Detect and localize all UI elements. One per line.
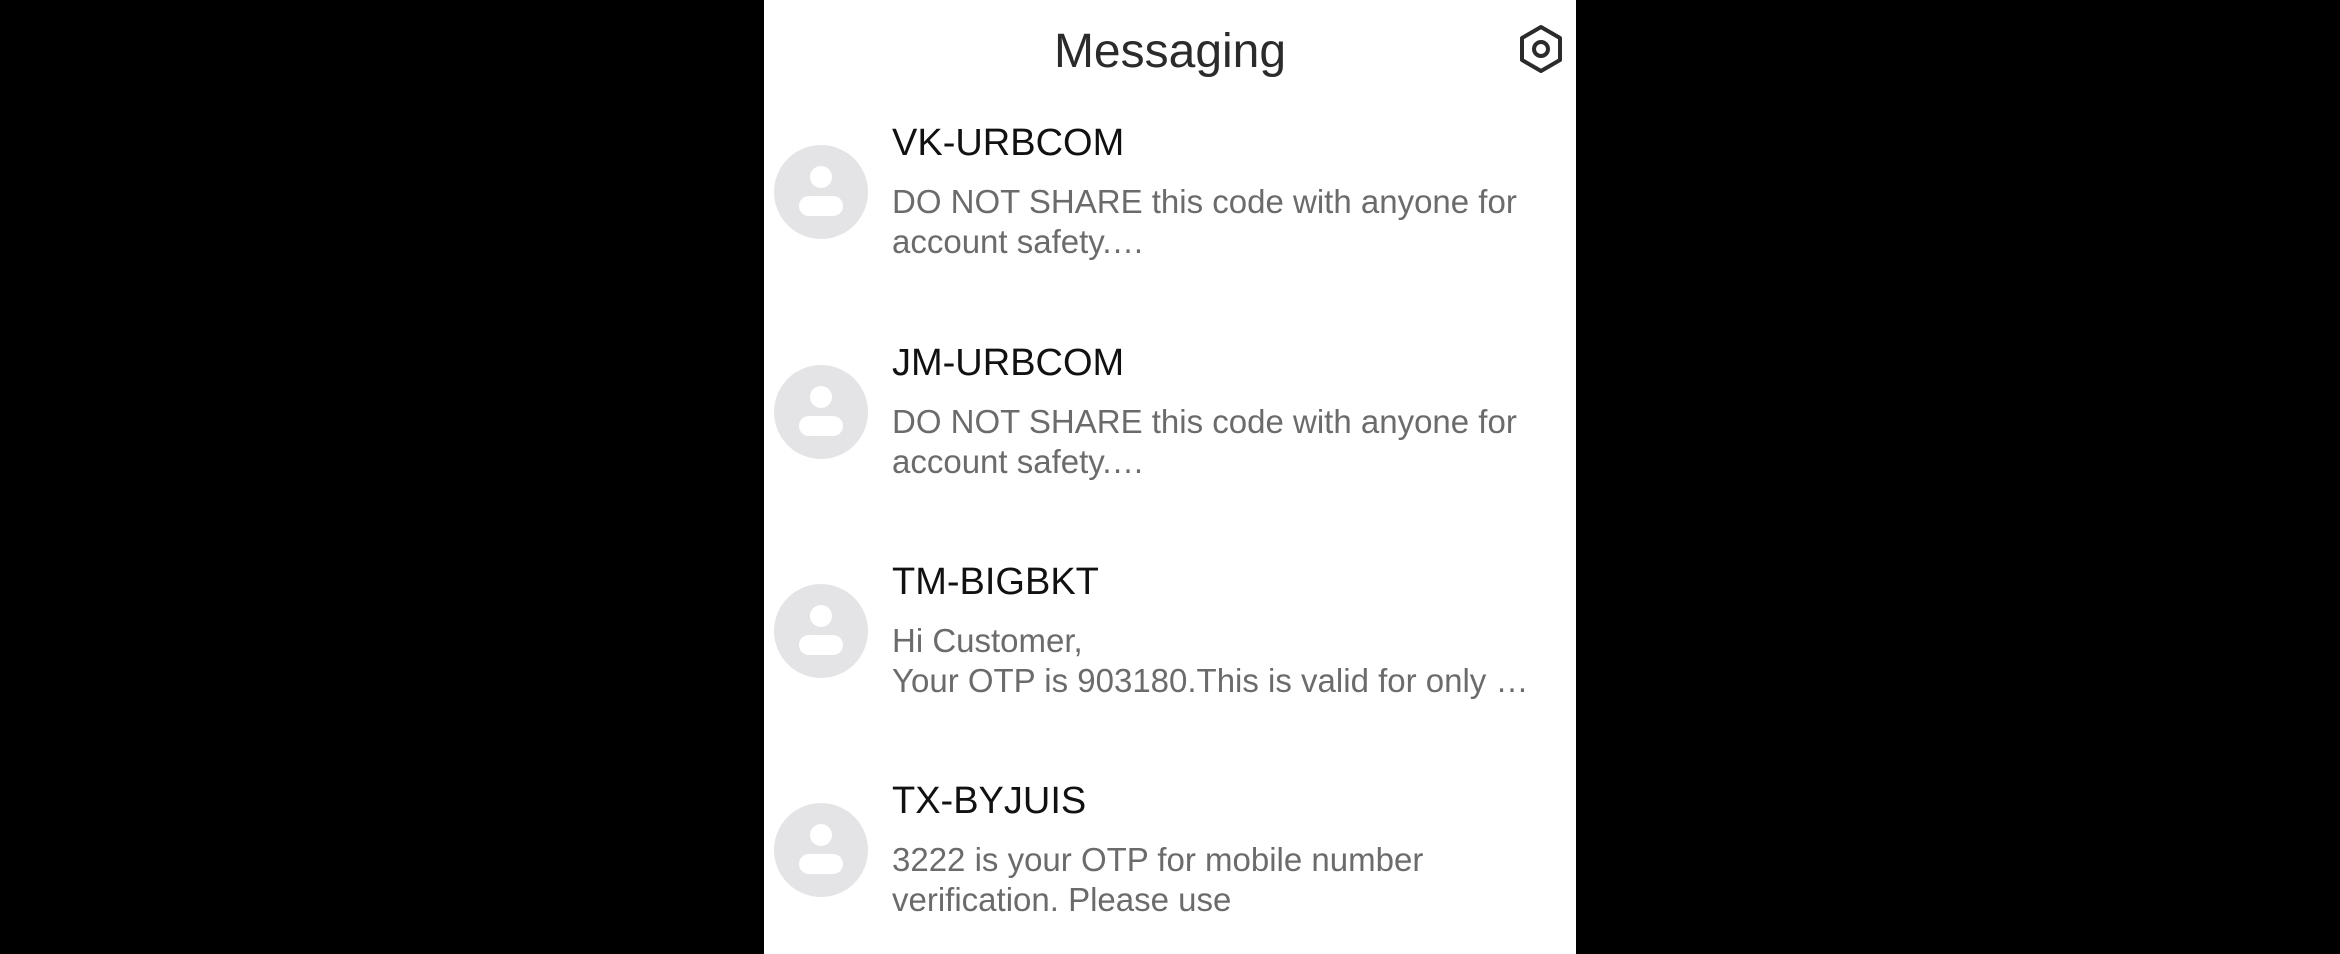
conversation-snippet: 3222 is your OTP for mobile number verif…	[892, 841, 1424, 918]
avatar-person-icon	[774, 584, 868, 678]
conversation-sender: TM-BIGBKT	[892, 561, 1099, 603]
messaging-app: Messaging VK-URBCOM DO NOT SHARE this co…	[764, 0, 1576, 954]
screen-frame: Messaging VK-URBCOM DO NOT SHARE this co…	[0, 0, 2340, 954]
conversation-sender: VK-URBCOM	[892, 122, 1125, 164]
app-header: Messaging	[764, 0, 1576, 110]
conversation-sender: JM-URBCOM	[892, 342, 1125, 384]
conversation-snippet: Hi Customer, Your OTP is 903180.This is …	[892, 622, 1529, 699]
settings-button[interactable]	[1516, 22, 1566, 76]
conversation-item-tm-bigbkt[interactable]: TM-BIGBKT Hi Customer, Your OTP is 90318…	[764, 550, 1576, 760]
conversation-sender: TX-BYJUIS	[892, 780, 1087, 822]
settings-hexagon-icon	[1520, 25, 1562, 73]
conversation-item-jm-urbcom[interactable]: JM-URBCOM DO NOT SHARE this code with an…	[764, 330, 1576, 540]
avatar-person-icon	[774, 803, 868, 897]
page-title: Messaging	[1053, 25, 1287, 78]
conversation-item-tx-byjuis[interactable]: TX-BYJUIS 3222 is your OTP for mobile nu…	[764, 770, 1576, 954]
avatar-person-icon	[774, 145, 868, 239]
avatar-person-icon	[774, 365, 868, 459]
conversation-item-vk-urbcom[interactable]: VK-URBCOM DO NOT SHARE this code with an…	[764, 110, 1576, 320]
conversation-snippet: DO NOT SHARE this code with anyone for a…	[892, 183, 1517, 260]
conversation-snippet: DO NOT SHARE this code with anyone for a…	[892, 403, 1517, 480]
